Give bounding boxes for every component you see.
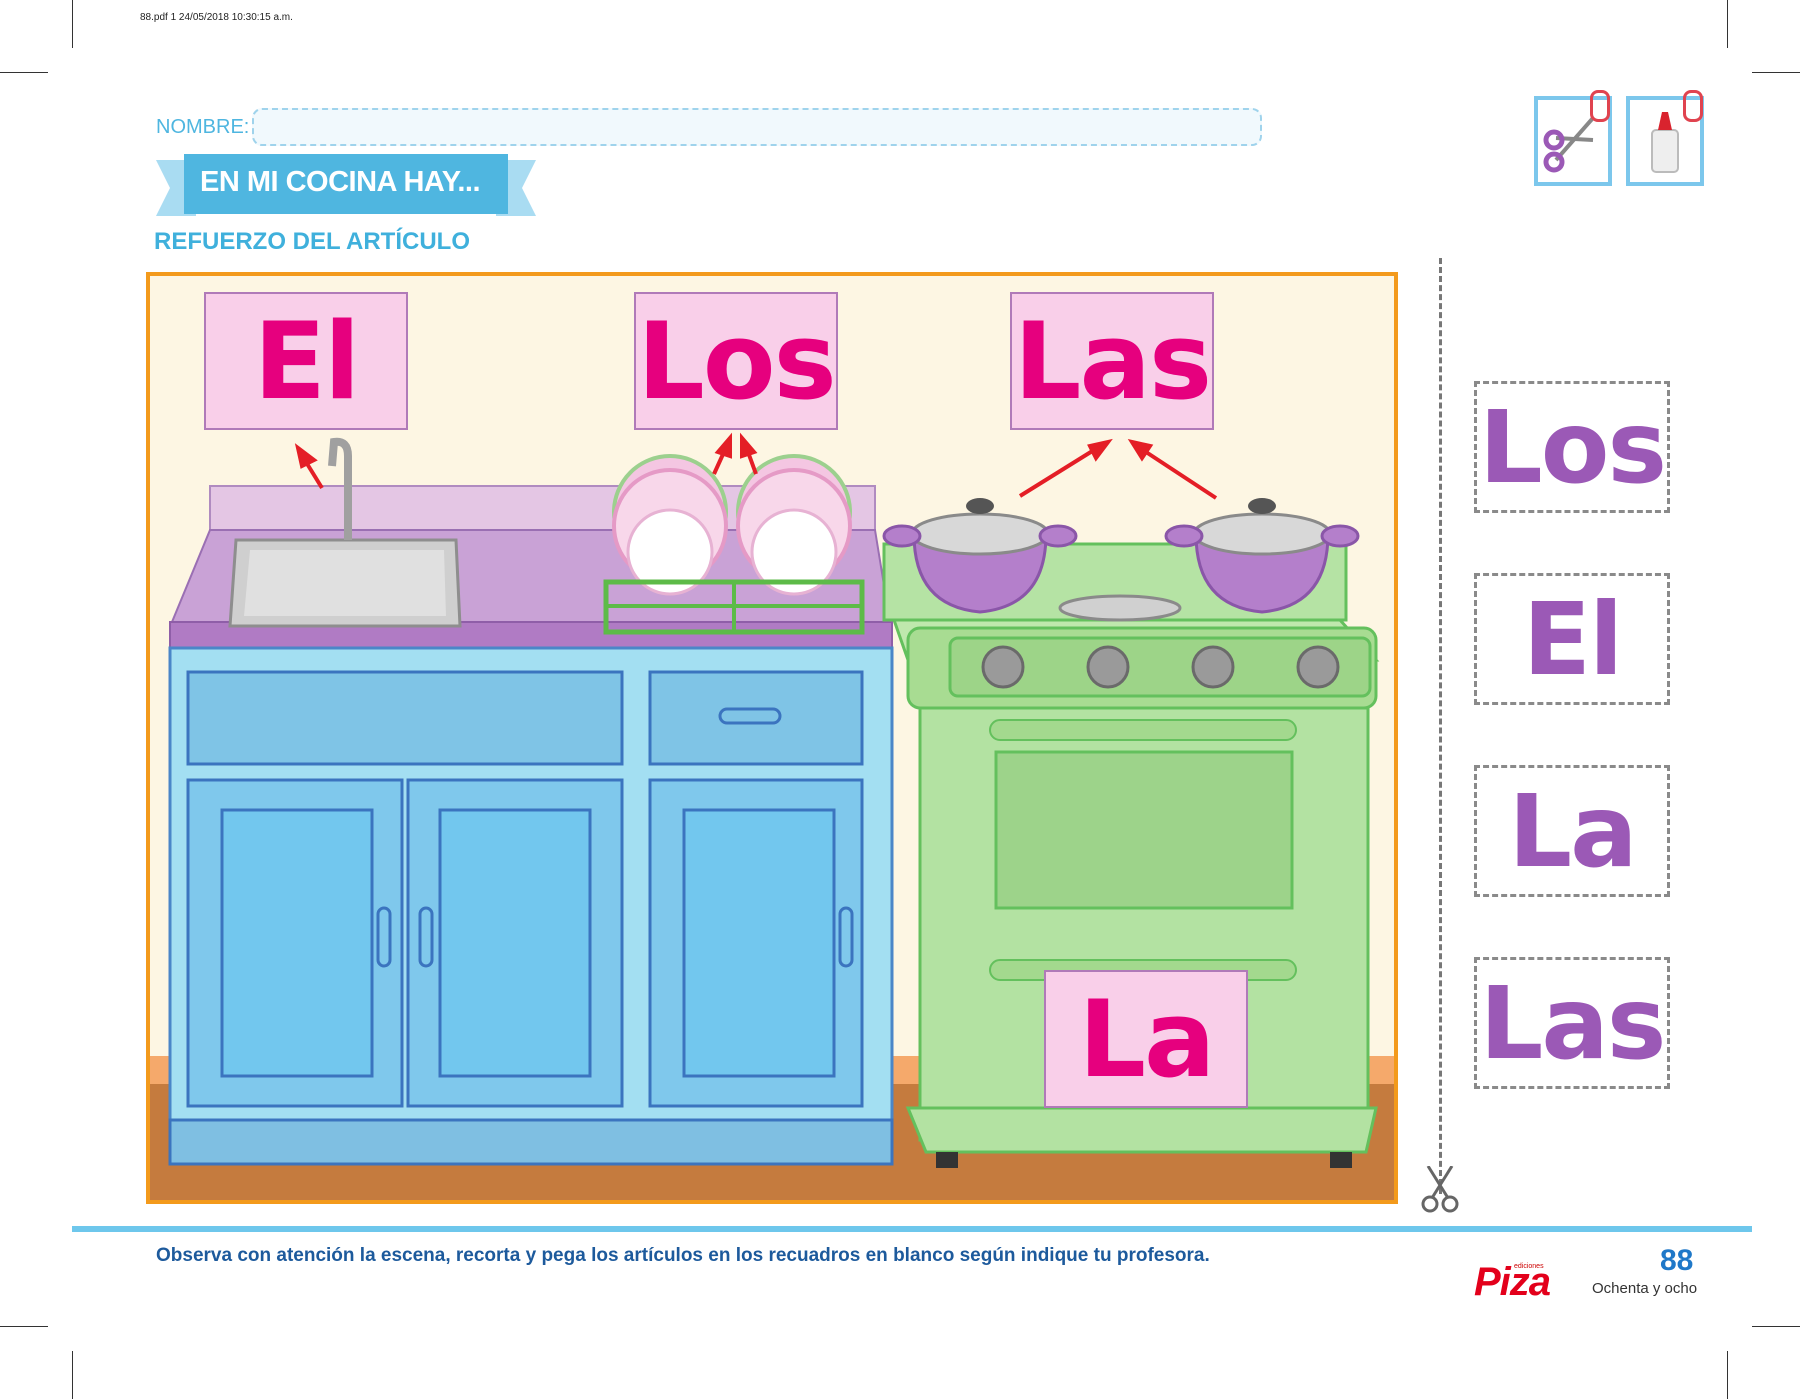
crop-mark bbox=[1727, 0, 1728, 48]
crop-mark bbox=[72, 1351, 73, 1399]
crop-mark bbox=[0, 72, 48, 73]
cutout-word: Los bbox=[1479, 388, 1667, 506]
crop-mark bbox=[1727, 1351, 1728, 1399]
page-subtitle: REFUERZO DEL ARTÍCULO bbox=[154, 228, 470, 255]
cutout-card[interactable]: Los bbox=[1474, 381, 1670, 513]
scissors-icon bbox=[1421, 1166, 1459, 1213]
cutout-card[interactable]: Las bbox=[1474, 957, 1670, 1089]
cut-line bbox=[1439, 258, 1442, 1194]
scene-word-label: La bbox=[1078, 977, 1215, 1101]
crop-mark bbox=[1752, 72, 1800, 73]
scene-word-card: Los bbox=[634, 292, 838, 430]
crop-mark bbox=[72, 0, 73, 48]
page-number-words: Ochenta y ocho bbox=[1592, 1280, 1698, 1297]
kitchen-scene: El Los Las La bbox=[146, 272, 1398, 1204]
paperclip-icon bbox=[1683, 90, 1703, 122]
publisher-logo: Piza bbox=[1474, 1260, 1551, 1304]
name-field[interactable] bbox=[252, 108, 1262, 146]
cutout-word: Las bbox=[1479, 964, 1667, 1082]
page-title: EN MI COCINA HAY... bbox=[200, 166, 481, 198]
print-header: 88.pdf 1 24/05/2018 10:30:15 a.m. bbox=[140, 12, 293, 23]
scene-word-label: El bbox=[253, 299, 361, 423]
scene-word-label: Los bbox=[637, 299, 836, 423]
crop-mark bbox=[1752, 1326, 1800, 1327]
scene-word-label: Las bbox=[1013, 299, 1212, 423]
name-label: NOMBRE: bbox=[156, 116, 250, 138]
page-number: 88 bbox=[1660, 1244, 1694, 1277]
cutout-card[interactable]: La bbox=[1474, 765, 1670, 897]
scene-word-card: Las bbox=[1010, 292, 1214, 430]
instruction-text: Observa con atención la escena, recorta … bbox=[156, 1245, 1210, 1266]
paperclip-icon bbox=[1590, 90, 1610, 122]
cutout-word: La bbox=[1508, 772, 1637, 890]
cutout-card[interactable]: El bbox=[1474, 573, 1670, 705]
crop-mark bbox=[0, 1326, 48, 1327]
scene-word-card: El bbox=[204, 292, 408, 430]
scene-word-card: La bbox=[1044, 970, 1248, 1108]
footer-divider bbox=[72, 1226, 1752, 1232]
cutout-word: El bbox=[1522, 580, 1624, 698]
